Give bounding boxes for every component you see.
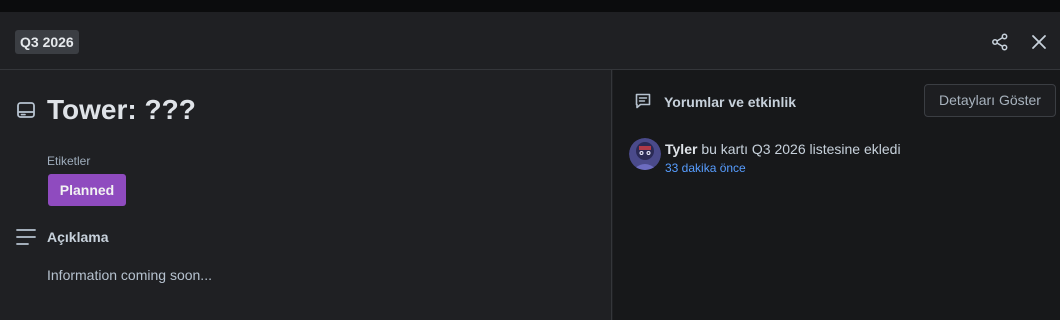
activity-entry: Tyler bu kartı Q3 2026 listesine ekledi bbox=[665, 140, 901, 158]
activity-panel: Yorumlar ve etkinlik Detayları Göster Ty… bbox=[613, 70, 1060, 320]
comment-icon bbox=[635, 93, 651, 109]
card-detail-dialog: Q3 2026 Tower: ??? Etiketler Planned Açı… bbox=[0, 12, 1060, 320]
labels-heading: Etiketler bbox=[47, 154, 91, 168]
user-avatar-icon bbox=[629, 138, 661, 170]
activity-action: bu kartı Q3 2026 listesine ekledi bbox=[697, 141, 901, 157]
card-icon bbox=[17, 102, 35, 118]
activity-timestamp[interactable]: 33 dakika önce bbox=[665, 160, 746, 176]
list-badge[interactable]: Q3 2026 bbox=[15, 30, 79, 54]
label-planned[interactable]: Planned bbox=[48, 174, 126, 206]
card-main-panel: Tower: ??? Etiketler Planned Açıklama In… bbox=[0, 70, 612, 320]
show-details-button[interactable]: Detayları Göster bbox=[924, 84, 1056, 117]
avatar[interactable] bbox=[629, 138, 661, 170]
activity-heading: Yorumlar ve etkinlik bbox=[664, 94, 797, 110]
description-heading: Açıklama bbox=[47, 229, 109, 245]
share-icon bbox=[992, 33, 1008, 51]
close-icon bbox=[1032, 35, 1046, 49]
description-text[interactable]: Information coming soon... bbox=[47, 266, 212, 284]
dialog-header: Q3 2026 bbox=[0, 12, 1060, 70]
activity-user[interactable]: Tyler bbox=[665, 141, 697, 157]
card-title[interactable]: Tower: ??? bbox=[47, 92, 196, 128]
close-button[interactable] bbox=[1025, 28, 1053, 56]
description-icon bbox=[16, 229, 36, 245]
app-backdrop bbox=[0, 0, 1060, 12]
share-button[interactable] bbox=[986, 28, 1014, 56]
